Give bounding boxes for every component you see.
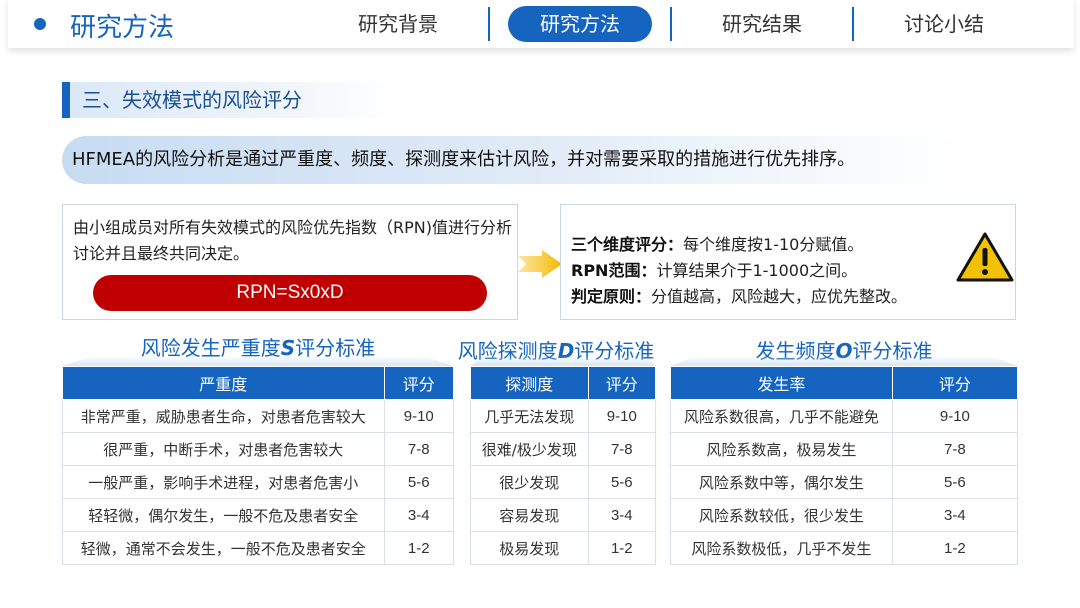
table-row: 轻轻微，偶尔发生，一般不危及患者安全 3-4 xyxy=(62,498,455,532)
table-row: 风险系数极低，几乎不发生 1-2 xyxy=(670,531,1019,565)
rpn-description-text: 由小组成员对所有失效模式的风险优先指数（RPN)值进行分析讨论并且最终共同决定。 xyxy=(73,218,512,263)
score-cell: 9-10 xyxy=(383,399,455,433)
score-cell: 3-4 xyxy=(587,498,657,532)
tab-background[interactable]: 研究背景 xyxy=(326,6,470,42)
score-cell: 9-10 xyxy=(891,399,1019,433)
column-header: 严重度 xyxy=(62,366,385,400)
tab-results[interactable]: 研究结果 xyxy=(690,6,834,42)
table-row: 轻微，通常不会发生，一般不危及患者安全 1-2 xyxy=(62,531,455,565)
section-nav: 研究背景 研究方法 研究结果 讨论小结 xyxy=(326,6,1016,42)
rule-line-dimensions: 三个维度评分：每个维度按1-10分赋值。 xyxy=(571,235,864,254)
table-row: 风险系数高，极易发生 7-8 xyxy=(670,432,1019,466)
rpn-formula-badge: RPN=Sx0xD xyxy=(93,275,487,311)
section-title: 三、失效模式的风险评分 xyxy=(62,82,392,118)
score-cell: 3-4 xyxy=(891,498,1019,532)
column-header: 评分 xyxy=(587,366,657,400)
table-row: 几乎无法发现 9-10 xyxy=(470,399,657,433)
table-row: 很严重，中断手术，对患者危害较大 7-8 xyxy=(62,432,455,466)
arrow-right-icon xyxy=(518,250,562,278)
table-header-row: 发生率 评分 xyxy=(670,366,1019,400)
warning-icon xyxy=(956,232,1014,282)
score-cell: 9-10 xyxy=(587,399,657,433)
rpn-description-box: 由小组成员对所有失效模式的风险优先指数（RPN)值进行分析讨论并且最终共同决定。… xyxy=(62,204,518,320)
score-cell: 7-8 xyxy=(383,432,455,466)
table-cell: 非常严重，威胁患者生命，对患者危害较大 xyxy=(62,399,385,433)
page-title: 研究方法 xyxy=(70,13,175,43)
table-row: 风险系数很高，几乎不能避免 9-10 xyxy=(670,399,1019,433)
bullet-dot-icon xyxy=(34,18,46,30)
score-cell: 7-8 xyxy=(587,432,657,466)
table-cell: 极易发现 xyxy=(470,531,589,565)
table-cell: 很少发现 xyxy=(470,465,589,499)
column-header: 探测度 xyxy=(470,366,589,400)
table-cell: 风险系数极低，几乎不发生 xyxy=(670,531,893,565)
table-cell: 容易发现 xyxy=(470,498,589,532)
severity-table: 严重度 评分 非常严重，威胁患者生命，对患者危害较大 9-10 很严重，中断手术，… xyxy=(62,366,455,565)
table-row: 极易发现 1-2 xyxy=(470,531,657,565)
tab-methods[interactable]: 研究方法 xyxy=(508,6,652,42)
table-cell: 风险系数高，极易发生 xyxy=(670,432,893,466)
nav-divider xyxy=(670,7,672,41)
score-cell: 3-4 xyxy=(383,498,455,532)
table-cell: 一般严重，影响手术进程，对患者危害小 xyxy=(62,465,385,499)
rule-line-principle: 判定原则：分值越高，风险越大，应优先整改。 xyxy=(571,287,908,306)
score-cell: 5-6 xyxy=(891,465,1019,499)
rpn-rules-box: 三个维度评分：每个维度按1-10分赋值。 RPN范围：计算结果介于1-1000之… xyxy=(560,204,1016,320)
table-cell: 风险系数很高，几乎不能避免 xyxy=(670,399,893,433)
table-row: 风险系数中等，偶尔发生 5-6 xyxy=(670,465,1019,499)
table-cell: 几乎无法发现 xyxy=(470,399,589,433)
column-header: 评分 xyxy=(891,366,1019,400)
table-row: 容易发现 3-4 xyxy=(470,498,657,532)
table-cell: 轻微，通常不会发生，一般不危及患者安全 xyxy=(62,531,385,565)
intro-banner: HFMEA的风险分析是通过严重度、频度、探测度来估计风险，并对需要采取的措施进行… xyxy=(62,136,962,184)
table-row: 很难/极少发现 7-8 xyxy=(470,432,657,466)
column-header: 发生率 xyxy=(670,366,893,400)
score-cell: 1-2 xyxy=(891,531,1019,565)
table-cell: 风险系数中等，偶尔发生 xyxy=(670,465,893,499)
table-header-row: 严重度 评分 xyxy=(62,366,455,400)
score-cell: 1-2 xyxy=(587,531,657,565)
column-header: 评分 xyxy=(383,366,455,400)
occurrence-table: 发生率 评分 风险系数很高，几乎不能避免 9-10 风险系数高，极易发生 7-8 风… xyxy=(670,366,1019,565)
table-row: 非常严重，威胁患者生命，对患者危害较大 9-10 xyxy=(62,399,455,433)
caption-glow xyxy=(670,356,1018,366)
tab-discussion[interactable]: 讨论小结 xyxy=(872,6,1016,42)
table-row: 一般严重，影响手术进程，对患者危害小 5-6 xyxy=(62,465,455,499)
table-cell: 风险系数较低，很少发生 xyxy=(670,498,893,532)
score-cell: 1-2 xyxy=(383,531,455,565)
table-row: 很少发现 5-6 xyxy=(470,465,657,499)
table-cell: 很难/极少发现 xyxy=(470,432,589,466)
nav-divider xyxy=(488,7,490,41)
table-cell: 很严重，中断手术，对患者危害较大 xyxy=(62,432,385,466)
top-header: 研究方法 研究背景 研究方法 研究结果 讨论小结 xyxy=(8,0,1074,48)
nav-divider xyxy=(852,7,854,41)
detection-table: 探测度 评分 几乎无法发现 9-10 很难/极少发现 7-8 很少发现 5-6 容易发… xyxy=(470,366,657,565)
rule-line-range: RPN范围：计算结果介于1-1000之间。 xyxy=(571,261,858,280)
table-header-row: 探测度 评分 xyxy=(470,366,657,400)
caption-glow xyxy=(470,356,656,366)
score-cell: 7-8 xyxy=(891,432,1019,466)
table-cell: 轻轻微，偶尔发生，一般不危及患者安全 xyxy=(62,498,385,532)
score-cell: 5-6 xyxy=(383,465,455,499)
caption-glow xyxy=(62,356,454,366)
table-row: 风险系数较低，很少发生 3-4 xyxy=(670,498,1019,532)
score-cell: 5-6 xyxy=(587,465,657,499)
